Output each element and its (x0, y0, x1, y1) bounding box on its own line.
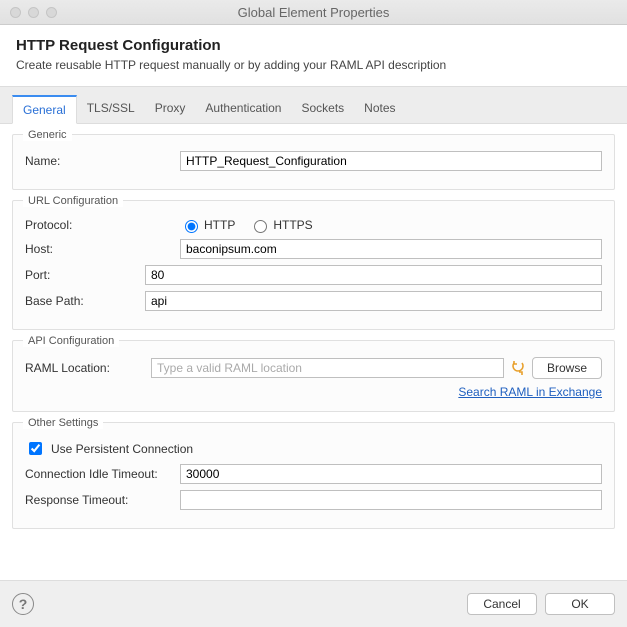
raml-location-label: RAML Location: (25, 361, 145, 375)
titlebar: Global Element Properties (0, 0, 627, 25)
tab-general[interactable]: General (12, 95, 77, 124)
port-label: Port: (25, 268, 145, 282)
browse-button[interactable]: Browse (532, 357, 602, 379)
protocol-https-text: HTTPS (273, 218, 312, 232)
host-input[interactable] (180, 239, 602, 259)
protocol-https-input[interactable] (254, 220, 267, 233)
protocol-radios: HTTP HTTPS (180, 217, 313, 233)
tab-notes[interactable]: Notes (354, 95, 405, 123)
idle-timeout-input[interactable] (180, 464, 602, 484)
group-generic-label: Generic (23, 129, 72, 141)
tab-sockets[interactable]: Sockets (291, 95, 354, 123)
response-timeout-input[interactable] (180, 490, 602, 510)
dialog-window: Global Element Properties HTTP Request C… (0, 0, 627, 627)
window-title: Global Element Properties (0, 5, 627, 20)
group-other-label: Other Settings (23, 417, 103, 429)
tab-proxy[interactable]: Proxy (145, 95, 196, 123)
protocol-https-radio[interactable]: HTTPS (249, 217, 312, 233)
dialog-header: HTTP Request Configuration Create reusab… (0, 25, 627, 87)
name-label: Name: (25, 154, 180, 168)
zoom-icon[interactable] (46, 7, 57, 18)
search-raml-link[interactable]: Search RAML in Exchange (458, 385, 602, 399)
page-title: HTTP Request Configuration (16, 37, 611, 54)
group-other-settings: Other Settings Use Persistent Connection… (12, 422, 615, 529)
tab-content: Generic Name: URL Configuration Protocol… (0, 124, 627, 580)
idle-timeout-label: Connection Idle Timeout: (25, 467, 180, 481)
refresh-icon[interactable] (510, 360, 526, 376)
tab-authentication[interactable]: Authentication (195, 95, 291, 123)
ok-button[interactable]: OK (545, 593, 615, 615)
group-api-label: API Configuration (23, 335, 119, 347)
window-controls (10, 7, 57, 18)
port-input[interactable] (145, 265, 602, 285)
protocol-http-input[interactable] (185, 220, 198, 233)
help-icon[interactable]: ? (12, 593, 34, 615)
group-url-label: URL Configuration (23, 195, 123, 207)
tab-tlsssl[interactable]: TLS/SSL (77, 95, 145, 123)
persistent-connection-checkbox[interactable] (29, 442, 42, 455)
basepath-input[interactable] (145, 291, 602, 311)
persistent-connection-label: Use Persistent Connection (51, 442, 193, 456)
tab-bar: General TLS/SSL Proxy Authentication Soc… (0, 87, 627, 124)
group-url-configuration: URL Configuration Protocol: HTTP HTTPS H… (12, 200, 615, 330)
host-label: Host: (25, 242, 180, 256)
page-subtitle: Create reusable HTTP request manually or… (16, 58, 611, 72)
basepath-label: Base Path: (25, 294, 145, 308)
group-api-configuration: API Configuration RAML Location: Browse … (12, 340, 615, 412)
protocol-http-radio[interactable]: HTTP (180, 217, 235, 233)
name-input[interactable] (180, 151, 602, 171)
raml-location-input[interactable] (151, 358, 504, 378)
dialog-footer: ? Cancel OK (0, 580, 627, 627)
protocol-http-text: HTTP (204, 218, 235, 232)
cancel-button[interactable]: Cancel (467, 593, 537, 615)
protocol-label: Protocol: (25, 218, 180, 232)
close-icon[interactable] (10, 7, 21, 18)
group-generic: Generic Name: (12, 134, 615, 190)
minimize-icon[interactable] (28, 7, 39, 18)
response-timeout-label: Response Timeout: (25, 493, 180, 507)
